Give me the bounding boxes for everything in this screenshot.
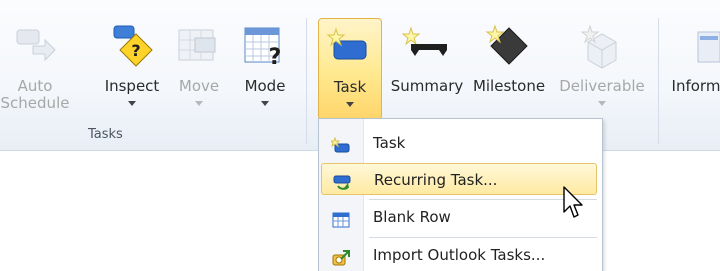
task-icon: [329, 134, 351, 153]
svg-text:?: ?: [131, 41, 140, 60]
chevron-down-icon: [261, 101, 269, 107]
chevron-down-icon: [195, 101, 203, 107]
ms-project-ribbon-screenshot: Auto Schedule ? Inspect Move ? Mode Task…: [0, 0, 720, 271]
summary-button[interactable]: Summary: [386, 18, 468, 120]
svg-text:?: ?: [269, 45, 282, 70]
milestone-label: Milestone: [472, 77, 546, 95]
chevron-down-icon: [598, 101, 606, 107]
mode-label: Mode: [244, 77, 286, 95]
menu-item-label: Import Outlook Tasks...: [373, 246, 546, 264]
deliverable-icon: [576, 22, 628, 70]
information-icon: [670, 22, 720, 70]
summary-label: Summary: [390, 77, 464, 95]
mode-button[interactable]: ? Mode: [234, 18, 296, 120]
deliverable-button[interactable]: Deliverable: [552, 18, 652, 120]
import-outlook-tasks-icon: [331, 246, 351, 266]
mode-calendar-question-icon: ?: [239, 22, 291, 70]
recurring-task-icon: [332, 171, 352, 190]
auto-schedule-button[interactable]: Auto Schedule: [0, 18, 74, 120]
tasks-group-label: Tasks: [88, 127, 123, 142]
task-icon: [324, 23, 376, 71]
move-button[interactable]: Move: [168, 18, 230, 120]
information-button[interactable]: Inform: [666, 18, 720, 120]
auto-schedule-label-line1: Auto: [17, 77, 53, 95]
deliverable-label: Deliverable: [559, 77, 645, 95]
move-icon: [173, 22, 225, 70]
auto-schedule-icon: [9, 22, 61, 70]
milestone-icon: [483, 22, 535, 70]
menu-item-label: Blank Row: [373, 208, 451, 226]
task-dropdown-menu: Task Recurring Task... Blank Row Import …: [318, 118, 603, 271]
group-separator: [306, 18, 307, 144]
menu-item-import-outlook-tasks[interactable]: Import Outlook Tasks...: [321, 239, 597, 271]
task-button[interactable]: Task: [318, 18, 382, 120]
menu-item-label: Recurring Task...: [374, 171, 498, 189]
mouse-cursor-icon: [562, 186, 586, 220]
move-label: Move: [178, 77, 220, 95]
chevron-down-icon: [128, 101, 136, 107]
chevron-down-icon: [346, 102, 354, 108]
inspect-button[interactable]: ? Inspect: [96, 18, 168, 120]
menu-item-task[interactable]: Task: [321, 127, 597, 159]
inspect-icon: ?: [106, 22, 158, 70]
menu-item-label: Task: [373, 134, 406, 152]
summary-task-icon: [401, 22, 453, 70]
menu-item-blank-row[interactable]: Blank Row: [321, 201, 597, 233]
menu-item-recurring-task[interactable]: Recurring Task...: [321, 163, 597, 195]
auto-schedule-label-line2: Schedule: [0, 94, 70, 113]
menu-separator: [369, 237, 597, 238]
group-separator: [658, 18, 659, 144]
milestone-button[interactable]: Milestone: [466, 18, 552, 120]
inspect-label: Inspect: [104, 77, 160, 95]
task-label: Task: [333, 78, 367, 96]
blank-row-icon: [331, 208, 351, 228]
information-label: Inform: [671, 77, 720, 95]
